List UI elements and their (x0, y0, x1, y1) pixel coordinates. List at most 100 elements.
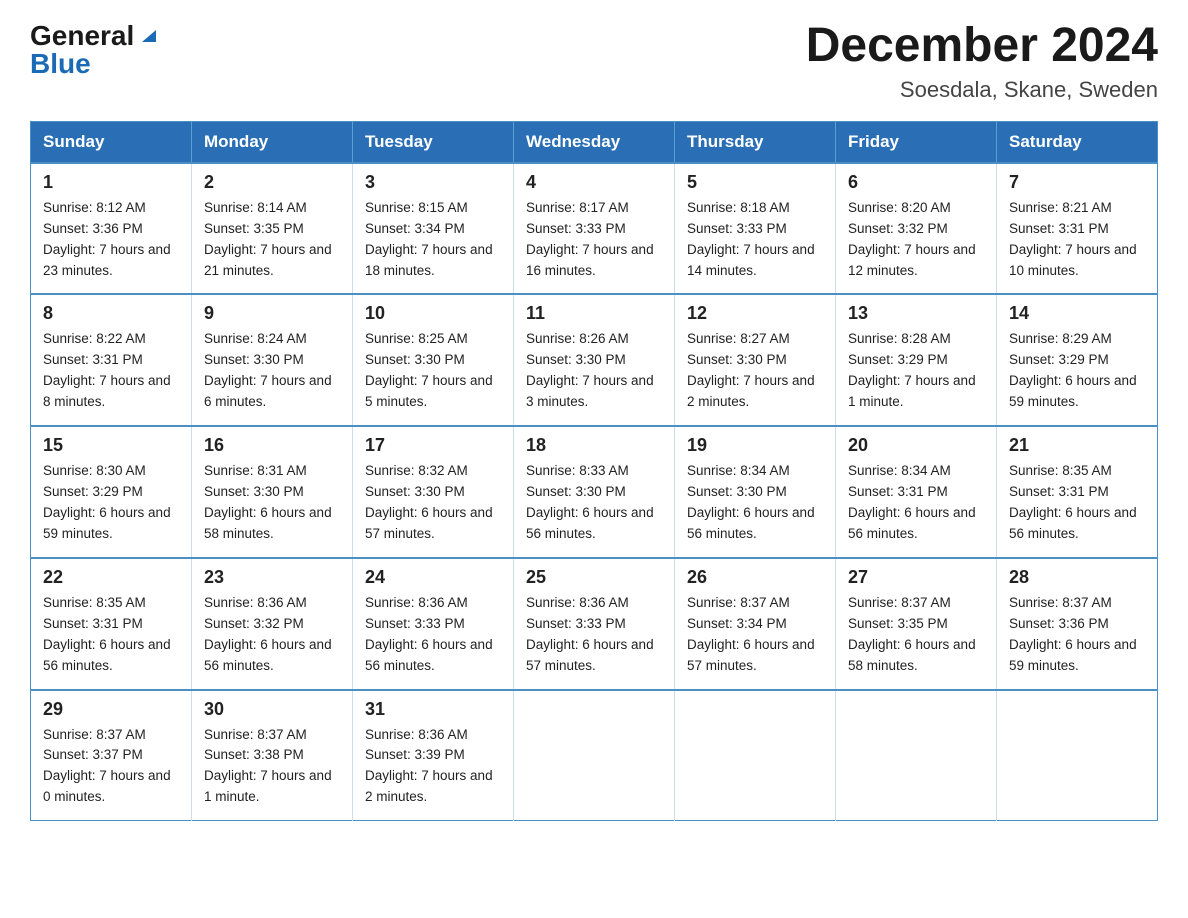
day-number: 20 (848, 435, 984, 456)
day-number: 1 (43, 172, 179, 193)
day-number: 2 (204, 172, 340, 193)
calendar-cell: 2 Sunrise: 8:14 AMSunset: 3:35 PMDayligh… (192, 163, 353, 295)
day-number: 6 (848, 172, 984, 193)
day-info: Sunrise: 8:12 AMSunset: 3:36 PMDaylight:… (43, 200, 171, 278)
weekday-header-wednesday: Wednesday (514, 121, 675, 163)
day-info: Sunrise: 8:24 AMSunset: 3:30 PMDaylight:… (204, 331, 332, 409)
day-number: 21 (1009, 435, 1145, 456)
day-number: 22 (43, 567, 179, 588)
calendar-cell: 30 Sunrise: 8:37 AMSunset: 3:38 PMDaylig… (192, 690, 353, 821)
day-info: Sunrise: 8:14 AMSunset: 3:35 PMDaylight:… (204, 200, 332, 278)
calendar-cell: 4 Sunrise: 8:17 AMSunset: 3:33 PMDayligh… (514, 163, 675, 295)
calendar-week-row: 22 Sunrise: 8:35 AMSunset: 3:31 PMDaylig… (31, 558, 1158, 690)
day-info: Sunrise: 8:28 AMSunset: 3:29 PMDaylight:… (848, 331, 976, 409)
day-number: 27 (848, 567, 984, 588)
day-info: Sunrise: 8:36 AMSunset: 3:33 PMDaylight:… (526, 595, 654, 673)
calendar-cell: 1 Sunrise: 8:12 AMSunset: 3:36 PMDayligh… (31, 163, 192, 295)
calendar-cell: 25 Sunrise: 8:36 AMSunset: 3:33 PMDaylig… (514, 558, 675, 690)
day-info: Sunrise: 8:33 AMSunset: 3:30 PMDaylight:… (526, 463, 654, 541)
weekday-header-thursday: Thursday (675, 121, 836, 163)
calendar-cell (836, 690, 997, 821)
day-info: Sunrise: 8:21 AMSunset: 3:31 PMDaylight:… (1009, 200, 1137, 278)
calendar-cell: 6 Sunrise: 8:20 AMSunset: 3:32 PMDayligh… (836, 163, 997, 295)
day-number: 23 (204, 567, 340, 588)
page-header: General Blue December 2024 Soesdala, Ska… (30, 20, 1158, 103)
day-number: 18 (526, 435, 662, 456)
logo-triangle-icon (138, 24, 160, 51)
calendar-cell (675, 690, 836, 821)
calendar-cell: 24 Sunrise: 8:36 AMSunset: 3:33 PMDaylig… (353, 558, 514, 690)
day-info: Sunrise: 8:15 AMSunset: 3:34 PMDaylight:… (365, 200, 493, 278)
day-number: 26 (687, 567, 823, 588)
calendar-week-row: 8 Sunrise: 8:22 AMSunset: 3:31 PMDayligh… (31, 294, 1158, 426)
calendar-cell: 26 Sunrise: 8:37 AMSunset: 3:34 PMDaylig… (675, 558, 836, 690)
day-info: Sunrise: 8:37 AMSunset: 3:35 PMDaylight:… (848, 595, 976, 673)
calendar-cell: 8 Sunrise: 8:22 AMSunset: 3:31 PMDayligh… (31, 294, 192, 426)
day-info: Sunrise: 8:25 AMSunset: 3:30 PMDaylight:… (365, 331, 493, 409)
day-info: Sunrise: 8:34 AMSunset: 3:30 PMDaylight:… (687, 463, 815, 541)
day-info: Sunrise: 8:37 AMSunset: 3:38 PMDaylight:… (204, 727, 332, 805)
day-info: Sunrise: 8:37 AMSunset: 3:37 PMDaylight:… (43, 727, 171, 805)
day-number: 16 (204, 435, 340, 456)
location: Soesdala, Skane, Sweden (806, 77, 1158, 103)
day-number: 8 (43, 303, 179, 324)
day-info: Sunrise: 8:22 AMSunset: 3:31 PMDaylight:… (43, 331, 171, 409)
calendar-cell: 23 Sunrise: 8:36 AMSunset: 3:32 PMDaylig… (192, 558, 353, 690)
calendar-week-row: 1 Sunrise: 8:12 AMSunset: 3:36 PMDayligh… (31, 163, 1158, 295)
day-info: Sunrise: 8:17 AMSunset: 3:33 PMDaylight:… (526, 200, 654, 278)
calendar-cell: 22 Sunrise: 8:35 AMSunset: 3:31 PMDaylig… (31, 558, 192, 690)
month-title: December 2024 (806, 20, 1158, 73)
calendar-cell: 5 Sunrise: 8:18 AMSunset: 3:33 PMDayligh… (675, 163, 836, 295)
calendar-cell: 20 Sunrise: 8:34 AMSunset: 3:31 PMDaylig… (836, 426, 997, 558)
calendar-cell: 13 Sunrise: 8:28 AMSunset: 3:29 PMDaylig… (836, 294, 997, 426)
day-number: 17 (365, 435, 501, 456)
day-info: Sunrise: 8:35 AMSunset: 3:31 PMDaylight:… (1009, 463, 1137, 541)
day-info: Sunrise: 8:37 AMSunset: 3:34 PMDaylight:… (687, 595, 815, 673)
calendar-cell: 27 Sunrise: 8:37 AMSunset: 3:35 PMDaylig… (836, 558, 997, 690)
day-number: 3 (365, 172, 501, 193)
weekday-header-saturday: Saturday (997, 121, 1158, 163)
weekday-header-row: SundayMondayTuesdayWednesdayThursdayFrid… (31, 121, 1158, 163)
calendar-week-row: 15 Sunrise: 8:30 AMSunset: 3:29 PMDaylig… (31, 426, 1158, 558)
calendar-cell: 29 Sunrise: 8:37 AMSunset: 3:37 PMDaylig… (31, 690, 192, 821)
calendar-table: SundayMondayTuesdayWednesdayThursdayFrid… (30, 121, 1158, 821)
calendar-cell: 19 Sunrise: 8:34 AMSunset: 3:30 PMDaylig… (675, 426, 836, 558)
day-info: Sunrise: 8:18 AMSunset: 3:33 PMDaylight:… (687, 200, 815, 278)
calendar-cell: 14 Sunrise: 8:29 AMSunset: 3:29 PMDaylig… (997, 294, 1158, 426)
day-number: 5 (687, 172, 823, 193)
calendar-cell: 15 Sunrise: 8:30 AMSunset: 3:29 PMDaylig… (31, 426, 192, 558)
day-number: 10 (365, 303, 501, 324)
calendar-cell: 11 Sunrise: 8:26 AMSunset: 3:30 PMDaylig… (514, 294, 675, 426)
weekday-header-tuesday: Tuesday (353, 121, 514, 163)
day-number: 4 (526, 172, 662, 193)
calendar-cell: 7 Sunrise: 8:21 AMSunset: 3:31 PMDayligh… (997, 163, 1158, 295)
day-info: Sunrise: 8:37 AMSunset: 3:36 PMDaylight:… (1009, 595, 1137, 673)
day-info: Sunrise: 8:35 AMSunset: 3:31 PMDaylight:… (43, 595, 171, 673)
calendar-cell (514, 690, 675, 821)
day-number: 13 (848, 303, 984, 324)
calendar-cell: 16 Sunrise: 8:31 AMSunset: 3:30 PMDaylig… (192, 426, 353, 558)
day-info: Sunrise: 8:26 AMSunset: 3:30 PMDaylight:… (526, 331, 654, 409)
day-number: 14 (1009, 303, 1145, 324)
day-number: 19 (687, 435, 823, 456)
day-info: Sunrise: 8:29 AMSunset: 3:29 PMDaylight:… (1009, 331, 1137, 409)
weekday-header-sunday: Sunday (31, 121, 192, 163)
title-block: December 2024 Soesdala, Skane, Sweden (806, 20, 1158, 103)
calendar-cell: 31 Sunrise: 8:36 AMSunset: 3:39 PMDaylig… (353, 690, 514, 821)
day-info: Sunrise: 8:34 AMSunset: 3:31 PMDaylight:… (848, 463, 976, 541)
day-number: 30 (204, 699, 340, 720)
weekday-header-monday: Monday (192, 121, 353, 163)
day-info: Sunrise: 8:32 AMSunset: 3:30 PMDaylight:… (365, 463, 493, 541)
calendar-cell: 28 Sunrise: 8:37 AMSunset: 3:36 PMDaylig… (997, 558, 1158, 690)
day-number: 12 (687, 303, 823, 324)
calendar-cell: 21 Sunrise: 8:35 AMSunset: 3:31 PMDaylig… (997, 426, 1158, 558)
day-info: Sunrise: 8:27 AMSunset: 3:30 PMDaylight:… (687, 331, 815, 409)
day-number: 24 (365, 567, 501, 588)
day-info: Sunrise: 8:36 AMSunset: 3:33 PMDaylight:… (365, 595, 493, 673)
day-number: 31 (365, 699, 501, 720)
day-info: Sunrise: 8:31 AMSunset: 3:30 PMDaylight:… (204, 463, 332, 541)
logo-blue-text: Blue (30, 48, 91, 80)
calendar-cell: 10 Sunrise: 8:25 AMSunset: 3:30 PMDaylig… (353, 294, 514, 426)
day-info: Sunrise: 8:30 AMSunset: 3:29 PMDaylight:… (43, 463, 171, 541)
calendar-cell: 18 Sunrise: 8:33 AMSunset: 3:30 PMDaylig… (514, 426, 675, 558)
